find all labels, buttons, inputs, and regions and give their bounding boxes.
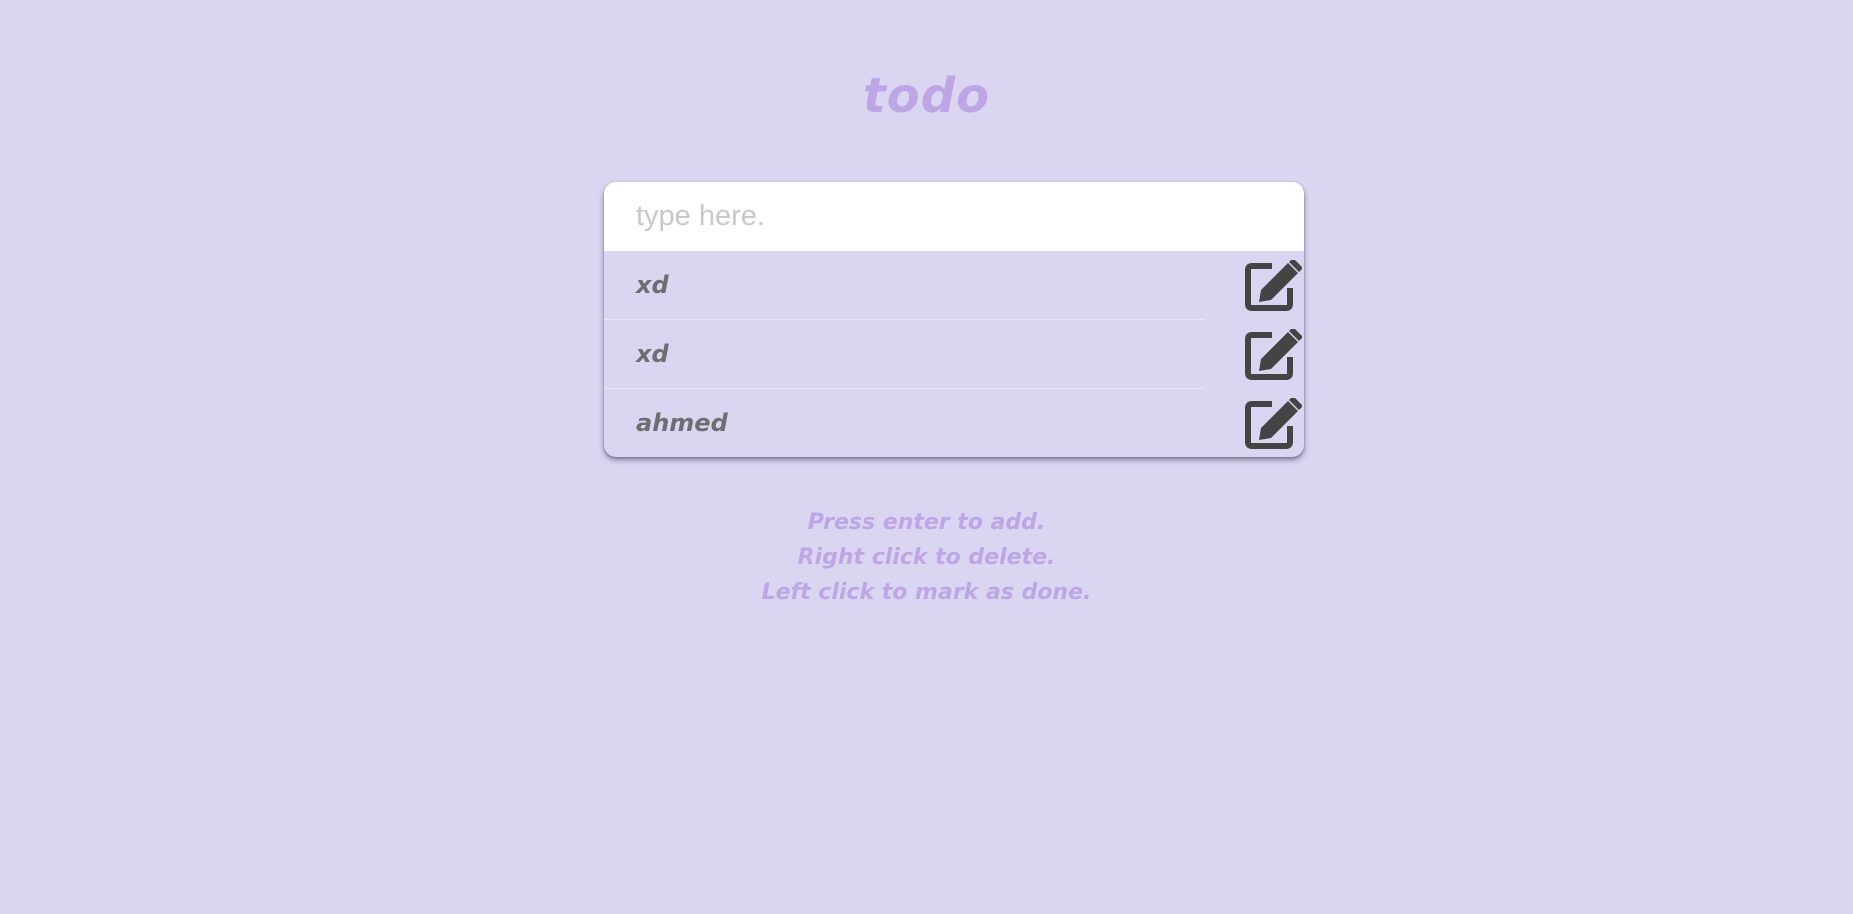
- edit-icon: [1245, 329, 1302, 380]
- edit-button[interactable]: [1244, 260, 1302, 312]
- hint-done: Left click to mark as done.: [761, 580, 1092, 605]
- todo-app: todo xd xd: [0, 0, 1853, 914]
- instructions: Press enter to add. Right click to delet…: [0, 505, 1853, 610]
- input-row: [604, 182, 1304, 251]
- edit-button[interactable]: [1244, 329, 1302, 381]
- todo-item-text[interactable]: ahmed: [636, 389, 728, 457]
- todo-item-text[interactable]: xd: [636, 320, 669, 389]
- todo-item[interactable]: ahmed: [604, 389, 1304, 457]
- hint-add: Press enter to add.: [807, 510, 1046, 535]
- todo-item[interactable]: xd: [604, 251, 1304, 320]
- hint-delete: Right click to delete.: [797, 545, 1056, 570]
- todo-item[interactable]: xd: [604, 320, 1304, 389]
- app-title: todo: [862, 68, 991, 124]
- edit-icon: [1245, 398, 1302, 449]
- edit-button[interactable]: [1244, 398, 1302, 450]
- edit-icon: [1245, 260, 1302, 311]
- todo-item-text[interactable]: xd: [636, 251, 669, 320]
- todo-card: xd xd: [604, 182, 1304, 457]
- todo-list: xd xd ahmed: [604, 251, 1304, 457]
- todo-input[interactable]: [604, 182, 1304, 251]
